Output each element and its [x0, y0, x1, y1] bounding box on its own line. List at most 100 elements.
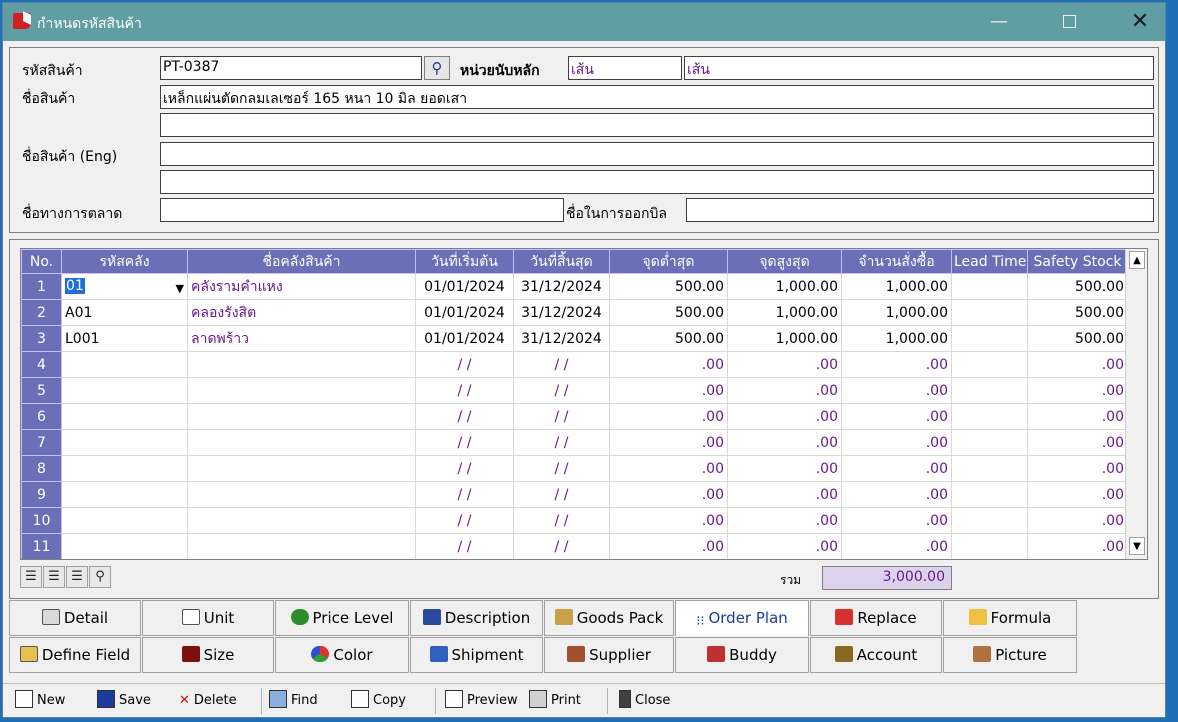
tab-description[interactable]: Description	[410, 600, 543, 636]
max-point-cell[interactable]: .00	[727, 507, 842, 534]
start-date-cell[interactable]: / /	[415, 507, 514, 534]
warehouse-code-cell[interactable]	[61, 377, 188, 404]
tab-buddy[interactable]: Buddy	[675, 637, 809, 673]
close-window-button[interactable]: ✕	[1129, 11, 1151, 33]
col-header-lead-time[interactable]: Lead Time	[951, 249, 1028, 274]
table-row[interactable]: 2 A01 คลองรังสิต 01/01/2024 31/12/2024 500.00…	[21, 299, 1128, 326]
warehouse-name-cell[interactable]	[187, 481, 416, 508]
start-date-cell[interactable]: / /	[415, 377, 514, 404]
max-point-cell[interactable]: .00	[727, 533, 842, 559]
warehouse-code-cell[interactable]	[61, 533, 188, 559]
max-point-cell[interactable]: .00	[727, 351, 842, 378]
end-date-cell[interactable]: / /	[513, 533, 610, 559]
end-date-cell[interactable]: / /	[513, 377, 610, 404]
min-point-cell[interactable]: .00	[609, 377, 728, 404]
warehouse-code-cell[interactable]: A01	[61, 299, 188, 326]
lead-time-cell[interactable]	[951, 377, 1028, 404]
end-date-cell[interactable]: / /	[513, 429, 610, 456]
order-qty-cell[interactable]: 1,000.00	[841, 299, 952, 326]
warehouse-code-cell[interactable]	[61, 403, 188, 430]
selected-cell-value[interactable]: 01	[65, 278, 85, 294]
unit-code-field[interactable]: เส้น	[568, 56, 682, 80]
tab-order-plan[interactable]: ⁝⁝ Order Plan	[675, 600, 809, 636]
product-name-eng-field-2[interactable]	[160, 170, 1154, 194]
max-point-cell[interactable]: 1,000.00	[727, 325, 842, 352]
start-date-cell[interactable]: 01/01/2024	[415, 299, 514, 326]
min-point-cell[interactable]: .00	[609, 533, 728, 559]
tab-detail[interactable]: Detail	[9, 600, 141, 636]
warehouse-code-cell[interactable]	[61, 507, 188, 534]
min-point-cell[interactable]: .00	[609, 507, 728, 534]
new-button[interactable]: New	[15, 690, 65, 712]
col-header-warehouse-name[interactable]: ชื่อคลังสินค้า	[187, 249, 416, 274]
start-date-cell[interactable]: / /	[415, 351, 514, 378]
warehouse-name-cell[interactable]	[187, 455, 416, 482]
save-button[interactable]: Save	[97, 690, 151, 712]
col-header-max-point[interactable]: จุดสูงสุด	[727, 249, 842, 274]
safety-stock-cell[interactable]: .00	[1027, 429, 1128, 456]
lead-time-cell[interactable]	[951, 533, 1028, 559]
min-point-cell[interactable]: 500.00	[609, 299, 728, 326]
order-qty-cell[interactable]: 1,000.00	[841, 325, 952, 352]
table-row[interactable]: 6/ / / / .00.00.00.00	[21, 403, 1128, 430]
tab-supplier[interactable]: Supplier	[544, 637, 674, 673]
table-row[interactable]: 3 L001 ลาดพร้าว 01/01/2024 31/12/2024 500.00 1…	[21, 325, 1128, 352]
safety-stock-cell[interactable]: 500.00	[1027, 273, 1128, 300]
product-name-field-2[interactable]	[160, 113, 1154, 137]
table-row[interactable]: 4/ / / / .00.00.00.00	[21, 351, 1128, 378]
tab-goods-pack[interactable]: Goods Pack	[544, 600, 674, 636]
lead-time-cell[interactable]	[951, 455, 1028, 482]
safety-stock-cell[interactable]: .00	[1027, 377, 1128, 404]
order-qty-cell[interactable]: .00	[841, 481, 952, 508]
warehouse-name-cell[interactable]: ลาดพร้าว	[187, 325, 416, 352]
delete-row-icon[interactable]: ☰	[66, 566, 88, 588]
tab-price-level[interactable]: Price Level	[275, 600, 409, 636]
product-name-eng-field[interactable]	[160, 142, 1154, 166]
col-header-safety-stock[interactable]: Safety Stock	[1027, 249, 1128, 274]
product-name-field[interactable]: เหล็กแผ่นตัดกลมเลเซอร์ 165 หนา 10 มิล ยอ…	[160, 85, 1154, 109]
warehouse-name-cell[interactable]	[187, 377, 416, 404]
safety-stock-cell[interactable]: 500.00	[1027, 299, 1128, 326]
max-point-cell[interactable]: .00	[727, 455, 842, 482]
tab-define-field[interactable]: Define Field	[9, 637, 141, 673]
zoom-grid-icon[interactable]: ⚲	[89, 566, 111, 588]
end-date-cell[interactable]: / /	[513, 455, 610, 482]
start-date-cell[interactable]: / /	[415, 533, 514, 559]
order-qty-cell[interactable]: .00	[841, 403, 952, 430]
scroll-up-icon[interactable]: ▲	[1129, 251, 1145, 269]
lead-time-cell[interactable]	[951, 351, 1028, 378]
col-header-min-point[interactable]: จุดต่ำสุด	[609, 249, 728, 274]
warehouse-code-cell[interactable]	[61, 481, 188, 508]
col-header-end-date[interactable]: วันที่สิ้นสุด	[513, 249, 610, 274]
end-date-cell[interactable]: 31/12/2024	[513, 273, 610, 300]
safety-stock-cell[interactable]: 500.00	[1027, 325, 1128, 352]
table-row[interactable]: 8/ / / / .00.00.00.00	[21, 455, 1128, 482]
max-point-cell[interactable]: 1,000.00	[727, 273, 842, 300]
end-date-cell[interactable]: 31/12/2024	[513, 325, 610, 352]
add-row-icon[interactable]: ☰	[43, 566, 65, 588]
warehouse-code-cell[interactable]: L001	[61, 325, 188, 352]
table-row[interactable]: 9/ / / / .00.00.00.00	[21, 481, 1128, 508]
min-point-cell[interactable]: .00	[609, 455, 728, 482]
col-header-start-date[interactable]: วันที่เริ่มต้น	[415, 249, 514, 274]
warehouse-name-cell[interactable]	[187, 429, 416, 456]
order-qty-cell[interactable]: .00	[841, 507, 952, 534]
table-row[interactable]: 5/ / / / .00.00.00.00	[21, 377, 1128, 404]
warehouse-code-cell[interactable]: 01 ▼	[61, 273, 188, 300]
warehouse-name-cell[interactable]	[187, 507, 416, 534]
end-date-cell[interactable]: 31/12/2024	[513, 299, 610, 326]
max-point-cell[interactable]: .00	[727, 403, 842, 430]
max-point-cell[interactable]: .00	[727, 377, 842, 404]
product-code-field[interactable]: PT-0387	[160, 56, 422, 80]
order-qty-cell[interactable]: .00	[841, 351, 952, 378]
order-qty-cell[interactable]: .00	[841, 455, 952, 482]
safety-stock-cell[interactable]: .00	[1027, 507, 1128, 534]
end-date-cell[interactable]: / /	[513, 507, 610, 534]
warehouse-code-cell[interactable]	[61, 351, 188, 378]
min-point-cell[interactable]: 500.00	[609, 273, 728, 300]
min-point-cell[interactable]: .00	[609, 351, 728, 378]
safety-stock-cell[interactable]: .00	[1027, 455, 1128, 482]
order-qty-cell[interactable]: .00	[841, 429, 952, 456]
preview-button[interactable]: Preview	[445, 690, 518, 712]
warehouse-name-cell[interactable]: คลังรามคำแหง	[187, 273, 416, 300]
